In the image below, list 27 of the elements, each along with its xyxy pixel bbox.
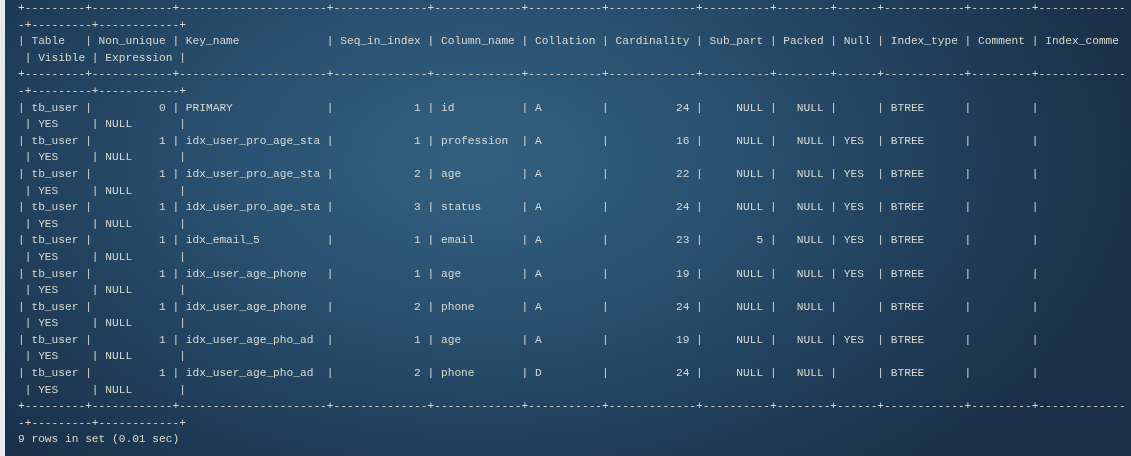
terminal-line: -+---------+------------+ (18, 17, 187, 33)
terminal-line: | tb_user | 1 | idx_email_5 | 1 | email | A | 23 | 5 | NULL | YES | BTREE | | (18, 233, 1040, 249)
terminal-line: -+---------+------------+ (18, 83, 187, 99)
terminal-line: | tb_user | 1 | idx_user_pro_age_sta | 3 | status | A | 24 | NULL | NULL | YES | BTREE | | (18, 200, 1040, 216)
terminal-line: | tb_user | 1 | idx_user_pro_age_sta | 2 | age | A | 22 | NULL | NULL | YES | BTREE | | (18, 166, 1040, 182)
terminal-line: 9 rows in set (0.01 sec) (18, 432, 181, 448)
terminal-line: | Visible | Expression | (23, 50, 187, 66)
terminal-line: +---------+------------+----------------------+--------------+-------------+-----------+-------------+----------+--------+------+------------+---------+------------- (18, 67, 1127, 83)
terminal-line: | YES | NULL | (23, 382, 187, 398)
terminal-line: +---------+------------+----------------------+--------------+-------------+-----------+-------------+----------+--------+------+------------+---------+------------- (18, 399, 1127, 415)
terminal-line: | YES | NULL | (23, 283, 187, 299)
terminal-line: | tb_user | 1 | idx_user_age_phone | 1 | age | A | 19 | NULL | NULL | YES | BTREE | | (18, 266, 1040, 282)
terminal-line: | YES | NULL | (23, 150, 187, 166)
terminal-line: | Table | Non_unique | Key_name | Seq_in_index | Column_name | Collation | Cardinality | Sub_part | Packed | Null | Index_type | Comment | Index_comme (18, 34, 1121, 50)
terminal-line: | YES | NULL | (23, 117, 187, 133)
terminal-line: +---------+------------+----------------------+--------------+-------------+-----------+-------------+----------+--------+------+------------+---------+------------- (18, 1, 1127, 16)
terminal-line: | YES | NULL | (23, 249, 187, 265)
terminal-line: | YES | NULL | (23, 183, 187, 199)
terminal-line: -+---------+------------+ (18, 415, 187, 431)
terminal-line: | tb_user | 1 | idx_user_age_pho_ad | 1 | age | A | 19 | NULL | NULL | YES | BTREE | | (18, 332, 1040, 348)
terminal-line: | tb_user | 1 | idx_user_age_phone | 2 | phone | A | 24 | NULL | NULL | | BTREE | | (18, 299, 1040, 315)
terminal-line: | tb_user | 1 | idx_user_age_pho_ad | 2 | phone | D | 24 | NULL | NULL | | BTREE | | (18, 366, 1040, 382)
terminal-line: | YES | NULL | (23, 316, 187, 332)
terminal-line: | YES | NULL | (23, 216, 187, 232)
terminal-line: | YES | NULL | (23, 349, 187, 365)
terminal-line: | tb_user | 0 | PRIMARY | 1 | id | A | 24 | NULL | NULL | | BTREE | | (18, 100, 1040, 116)
terminal-line: | tb_user | 1 | idx_user_pro_age_sta | 1 | profession | A | 16 | NULL | NULL | YES | BTREE | | (18, 133, 1040, 149)
